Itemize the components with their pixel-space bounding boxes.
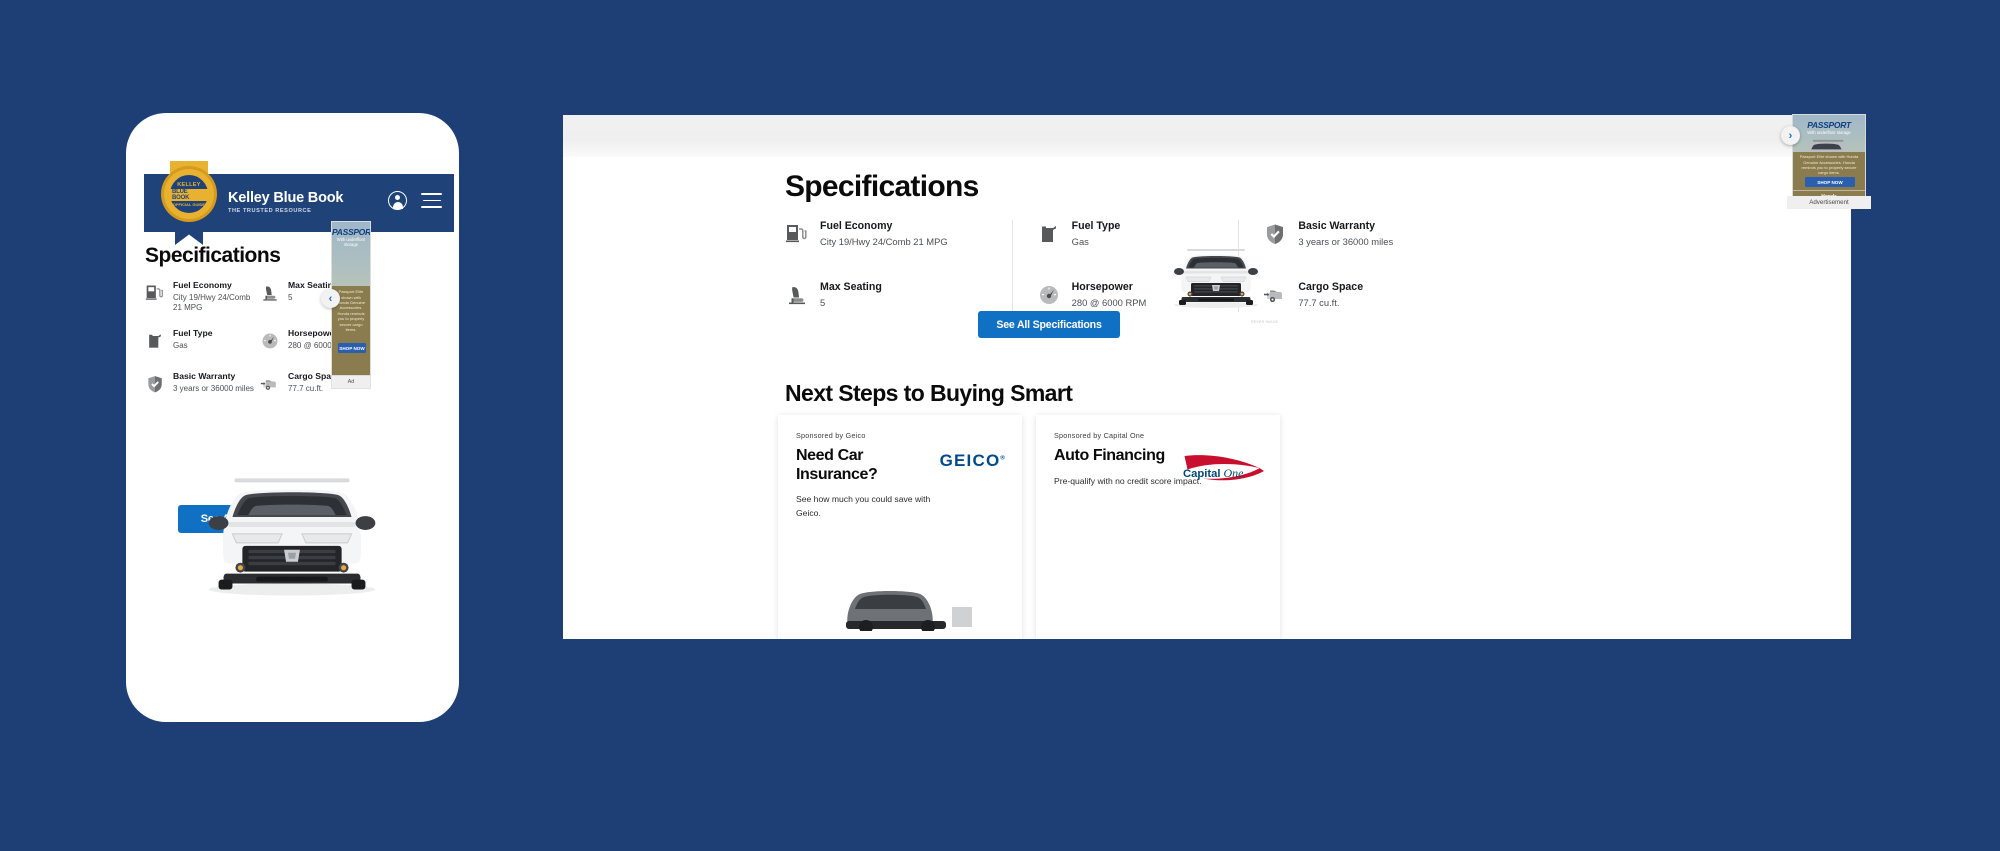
- account-icon[interactable]: [388, 191, 407, 210]
- gauge-icon: [260, 329, 282, 356]
- mobile-ad-label: Ad: [331, 376, 371, 389]
- advertisement-label: Advertisement: [1787, 196, 1871, 209]
- spec-value: Gas: [173, 340, 188, 350]
- spec-value: 3 years or 36000 miles: [1298, 235, 1394, 247]
- desktop-top-bar: [563, 115, 1851, 157]
- fuel-pump-icon: [785, 220, 811, 251]
- ad-subtitle: With underfloor storage: [1807, 130, 1851, 135]
- spec-label: Cargo Space: [1298, 281, 1364, 293]
- carousel-prev-icon[interactable]: ‹: [321, 289, 340, 308]
- desktop-page-title: Specifications: [785, 170, 979, 203]
- card-vehicle-illustration: [846, 591, 972, 631]
- spec-value: City 19/Hwy 24/Comb 21 MPG: [173, 292, 251, 312]
- ad-disclaimer-copy: Passport Elite shown with Honda Genuine …: [1799, 154, 1859, 176]
- sponsored-card-geico[interactable]: Sponsored by Geico Need Car Insurance? S…: [778, 415, 1022, 639]
- spec-item-fuel-economy: Fuel Economy City 19/Hwy 24/Comb 21 MPG: [145, 280, 255, 313]
- mobile-device-frame: KELLEY BLUE BOOK OFFICIAL GUIDE Kelley B…: [126, 113, 459, 722]
- spec-item-basic-warranty: Basic Warranty 3 years or 36000 miles: [1263, 220, 1451, 251]
- spec-value: City 19/Hwy 24/Comb 21 MPG: [820, 235, 948, 247]
- shield-check-icon: [145, 372, 167, 399]
- spec-label: Basic Warranty: [1298, 220, 1376, 232]
- fuel-can-icon: [1037, 220, 1063, 251]
- card-body-text: See how much you could save with Geico.: [796, 494, 931, 518]
- spec-label: Fuel Economy: [820, 220, 893, 232]
- spec-label: Fuel Type: [1071, 220, 1121, 232]
- vehicle-image-mobile: [163, 450, 421, 600]
- svg-text:Capital: Capital: [1183, 468, 1221, 480]
- mobile-ad-title: PASSPORT: [332, 227, 371, 237]
- kbb-logo-line3: OFFICIAL GUIDE: [172, 201, 206, 207]
- cargo-van-icon: [260, 372, 282, 399]
- gauge-icon: [1037, 281, 1063, 312]
- hamburger-icon[interactable]: [421, 193, 442, 208]
- spec-column-1: Fuel Economy City 19/Hwy 24/Comb 21 MPG …: [785, 220, 1012, 312]
- spec-item-fuel-type: Fuel Type Gas: [145, 327, 255, 356]
- spec-item-fuel-economy: Fuel Economy City 19/Hwy 24/Comb 21 MPG: [785, 220, 998, 251]
- ad-shop-now-button[interactable]: SHOP NOW: [1805, 177, 1855, 187]
- brand-name: Kelley Blue Book: [228, 190, 344, 206]
- geico-logo-text: GEICO: [939, 451, 1001, 470]
- car-seat-icon: [785, 281, 811, 312]
- kbb-logo-line1: KELLEY: [177, 181, 201, 188]
- spec-item-cargo-space: Cargo Space 77.7 cu.ft.: [1263, 281, 1451, 312]
- car-seat-icon: [260, 281, 282, 313]
- card-sponsor-label: Sponsored by Geico: [796, 431, 866, 440]
- card-headline: Need Car Insurance?: [796, 447, 878, 483]
- see-all-specifications-button[interactable]: See All Specifications: [978, 311, 1120, 338]
- fuel-pump-icon: [145, 281, 167, 313]
- brand-wordmark: Kelley Blue Book THE TRUSTED RESOURCE: [228, 190, 343, 214]
- capital-one-logo: Capital One: [1183, 455, 1264, 481]
- spec-label: Horsepower: [1071, 281, 1133, 293]
- fuel-can-icon: [145, 329, 167, 356]
- spec-value: 280 @ 6000 RPM: [1071, 296, 1147, 308]
- mobile-ad-subtitle: With underfloor storage: [336, 237, 366, 247]
- sponsored-card-capital-one[interactable]: Sponsored by Capital One Auto Financing …: [1036, 415, 1280, 639]
- spec-value: 5: [820, 296, 826, 308]
- brand-tagline: THE TRUSTED RESOURCE: [228, 208, 312, 214]
- desktop-browser-panel: Specifications Fuel Economy City 19/Hwy …: [563, 115, 1851, 639]
- ad-title: PASSPORT: [1807, 120, 1851, 130]
- spec-item-basic-warranty: Basic Warranty 3 years or 36000 miles: [145, 370, 255, 399]
- vehicle-image-desktop: [1151, 210, 1281, 335]
- spec-label: Max Seating: [820, 281, 882, 293]
- mobile-site-header: KELLEY BLUE BOOK OFFICIAL GUIDE Kelley B…: [144, 161, 454, 245]
- card-headline: Auto Financing: [1054, 447, 1165, 464]
- mobile-ad-shop-button[interactable]: SHOP NOW: [338, 343, 366, 353]
- kbb-logo[interactable]: KELLEY BLUE BOOK OFFICIAL GUIDE: [158, 161, 220, 245]
- screen-root: KELLEY BLUE BOOK OFFICIAL GUIDE Kelley B…: [0, 0, 2000, 851]
- spec-value: 3 years or 36000 miles: [173, 383, 254, 393]
- mobile-page-title: Specifications: [145, 244, 281, 267]
- geico-logo: GEICO®: [939, 451, 1006, 470]
- kbb-logo-line2: BLUE BOOK: [170, 188, 208, 201]
- spec-item-max-seating: Max Seating 5: [785, 281, 998, 312]
- kbb-logo-seal: KELLEY BLUE BOOK OFFICIAL GUIDE: [164, 169, 214, 219]
- spec-value: 77.7 cu.ft.: [1298, 296, 1340, 308]
- vehicle-image-watermark: REVER IMAGE: [1251, 320, 1279, 324]
- spec-label: Fuel Type: [173, 327, 213, 338]
- spec-value: Gas: [1071, 235, 1089, 247]
- desktop-advertisement[interactable]: PASSPORT With underfloor storage Passpor…: [1792, 114, 1866, 205]
- desktop-spec-grid: Fuel Economy City 19/Hwy 24/Comb 21 MPG …: [785, 220, 1465, 312]
- carousel-next-icon[interactable]: ›: [1781, 126, 1800, 145]
- next-steps-heading: Next Steps to Buying Smart: [785, 380, 1073, 406]
- card-sponsor-label: Sponsored by Capital One: [1054, 431, 1145, 440]
- next-steps-card-list: Sponsored by Geico Need Car Insurance? S…: [766, 415, 1280, 639]
- spec-label: Basic Warranty: [173, 370, 236, 381]
- spec-label: Fuel Economy: [173, 280, 232, 290]
- svg-text:One: One: [1224, 466, 1245, 480]
